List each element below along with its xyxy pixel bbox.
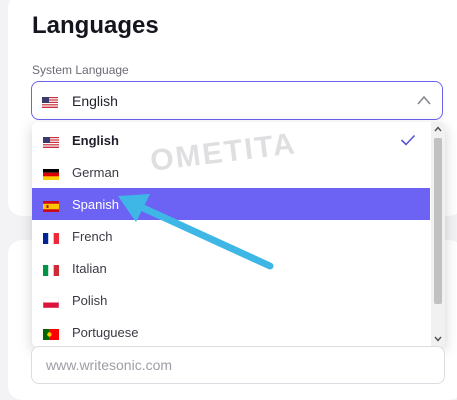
annotation-arrow-icon — [118, 194, 274, 270]
france-flag-icon — [43, 231, 59, 244]
selected-language-value: English — [72, 92, 118, 109]
us-flag-icon — [43, 135, 59, 148]
scroll-up-arrow-icon[interactable] — [434, 126, 442, 132]
website-url-input[interactable] — [44, 356, 444, 374]
chevron-up-icon[interactable] — [416, 94, 432, 106]
language-option-label: Portuguese — [72, 324, 139, 340]
system-language-label: System Language — [32, 63, 129, 77]
dropdown-scrollbar[interactable] — [431, 122, 445, 347]
language-option-label: German — [72, 164, 119, 180]
language-option-portuguese[interactable]: Portuguese — [32, 316, 430, 347]
language-option-label: Polish — [72, 292, 108, 308]
language-option-label: English — [72, 132, 119, 148]
us-flag-icon — [42, 95, 58, 108]
italy-flag-icon — [43, 263, 59, 276]
check-icon — [400, 134, 416, 146]
scrollbar-thumb[interactable] — [434, 138, 442, 304]
poland-flag-icon — [42, 295, 60, 308]
website-url-field[interactable] — [31, 346, 445, 384]
system-language-select[interactable]: English — [31, 81, 443, 120]
language-option-polish[interactable]: Polish — [32, 284, 430, 316]
spain-flag-icon — [43, 199, 59, 212]
scroll-down-arrow-icon[interactable] — [434, 336, 442, 342]
section-title: Languages — [32, 12, 159, 39]
germany-flag-icon — [43, 167, 59, 180]
portugal-flag-icon — [43, 327, 59, 340]
